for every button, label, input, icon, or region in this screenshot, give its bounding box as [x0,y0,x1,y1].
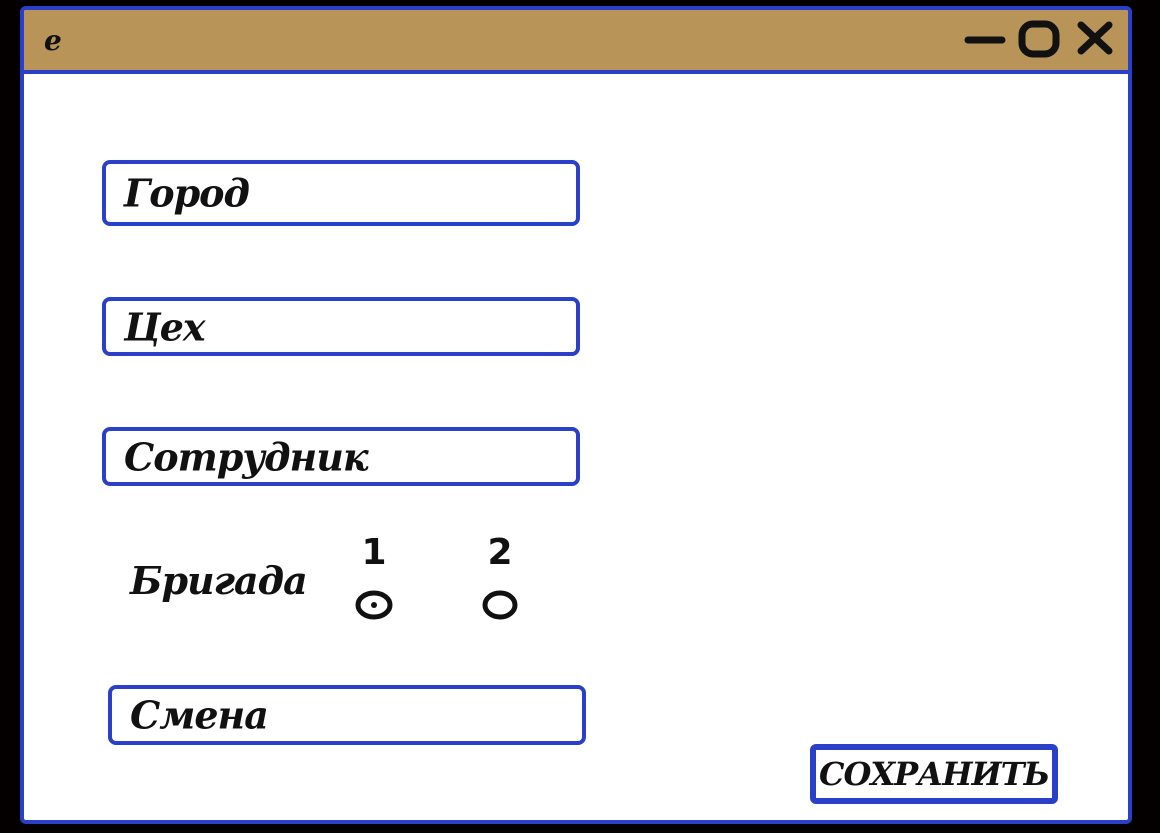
maximize-icon [1018,20,1060,58]
brigade-option-1-label: 1 [361,532,387,573]
minimize-icon [964,36,1006,44]
radio-selected-icon [355,590,393,620]
close-button[interactable] [1072,16,1118,62]
title-bar: e [24,10,1128,74]
maximize-button[interactable] [1016,16,1062,62]
window-title: e [44,24,62,57]
shift-placeholder: Смена [130,692,269,738]
brigade-label: Бригада [130,558,308,603]
save-button-label: СОХРАНИТЬ [819,755,1050,793]
brigade-radio-1[interactable] [354,588,394,620]
workshop-placeholder: Цех [124,304,206,349]
minimize-button[interactable] [962,16,1008,62]
radio-unselected-icon [482,590,518,620]
workshop-field[interactable]: Цех [102,297,580,356]
brigade-radio-2[interactable] [480,588,520,620]
shift-field[interactable]: Смена [108,685,586,745]
brigade-option-2-label: 2 [487,532,513,573]
save-button[interactable]: СОХРАНИТЬ [810,744,1058,804]
employee-field[interactable]: Сотрудник [102,427,580,486]
employee-placeholder: Сотрудник [124,434,369,479]
city-field[interactable]: Город [102,160,580,226]
close-icon [1077,21,1113,55]
app-window: e Город Цех Сотрудник Бригада 1 2 Смена … [20,6,1132,824]
city-placeholder: Город [124,170,250,216]
